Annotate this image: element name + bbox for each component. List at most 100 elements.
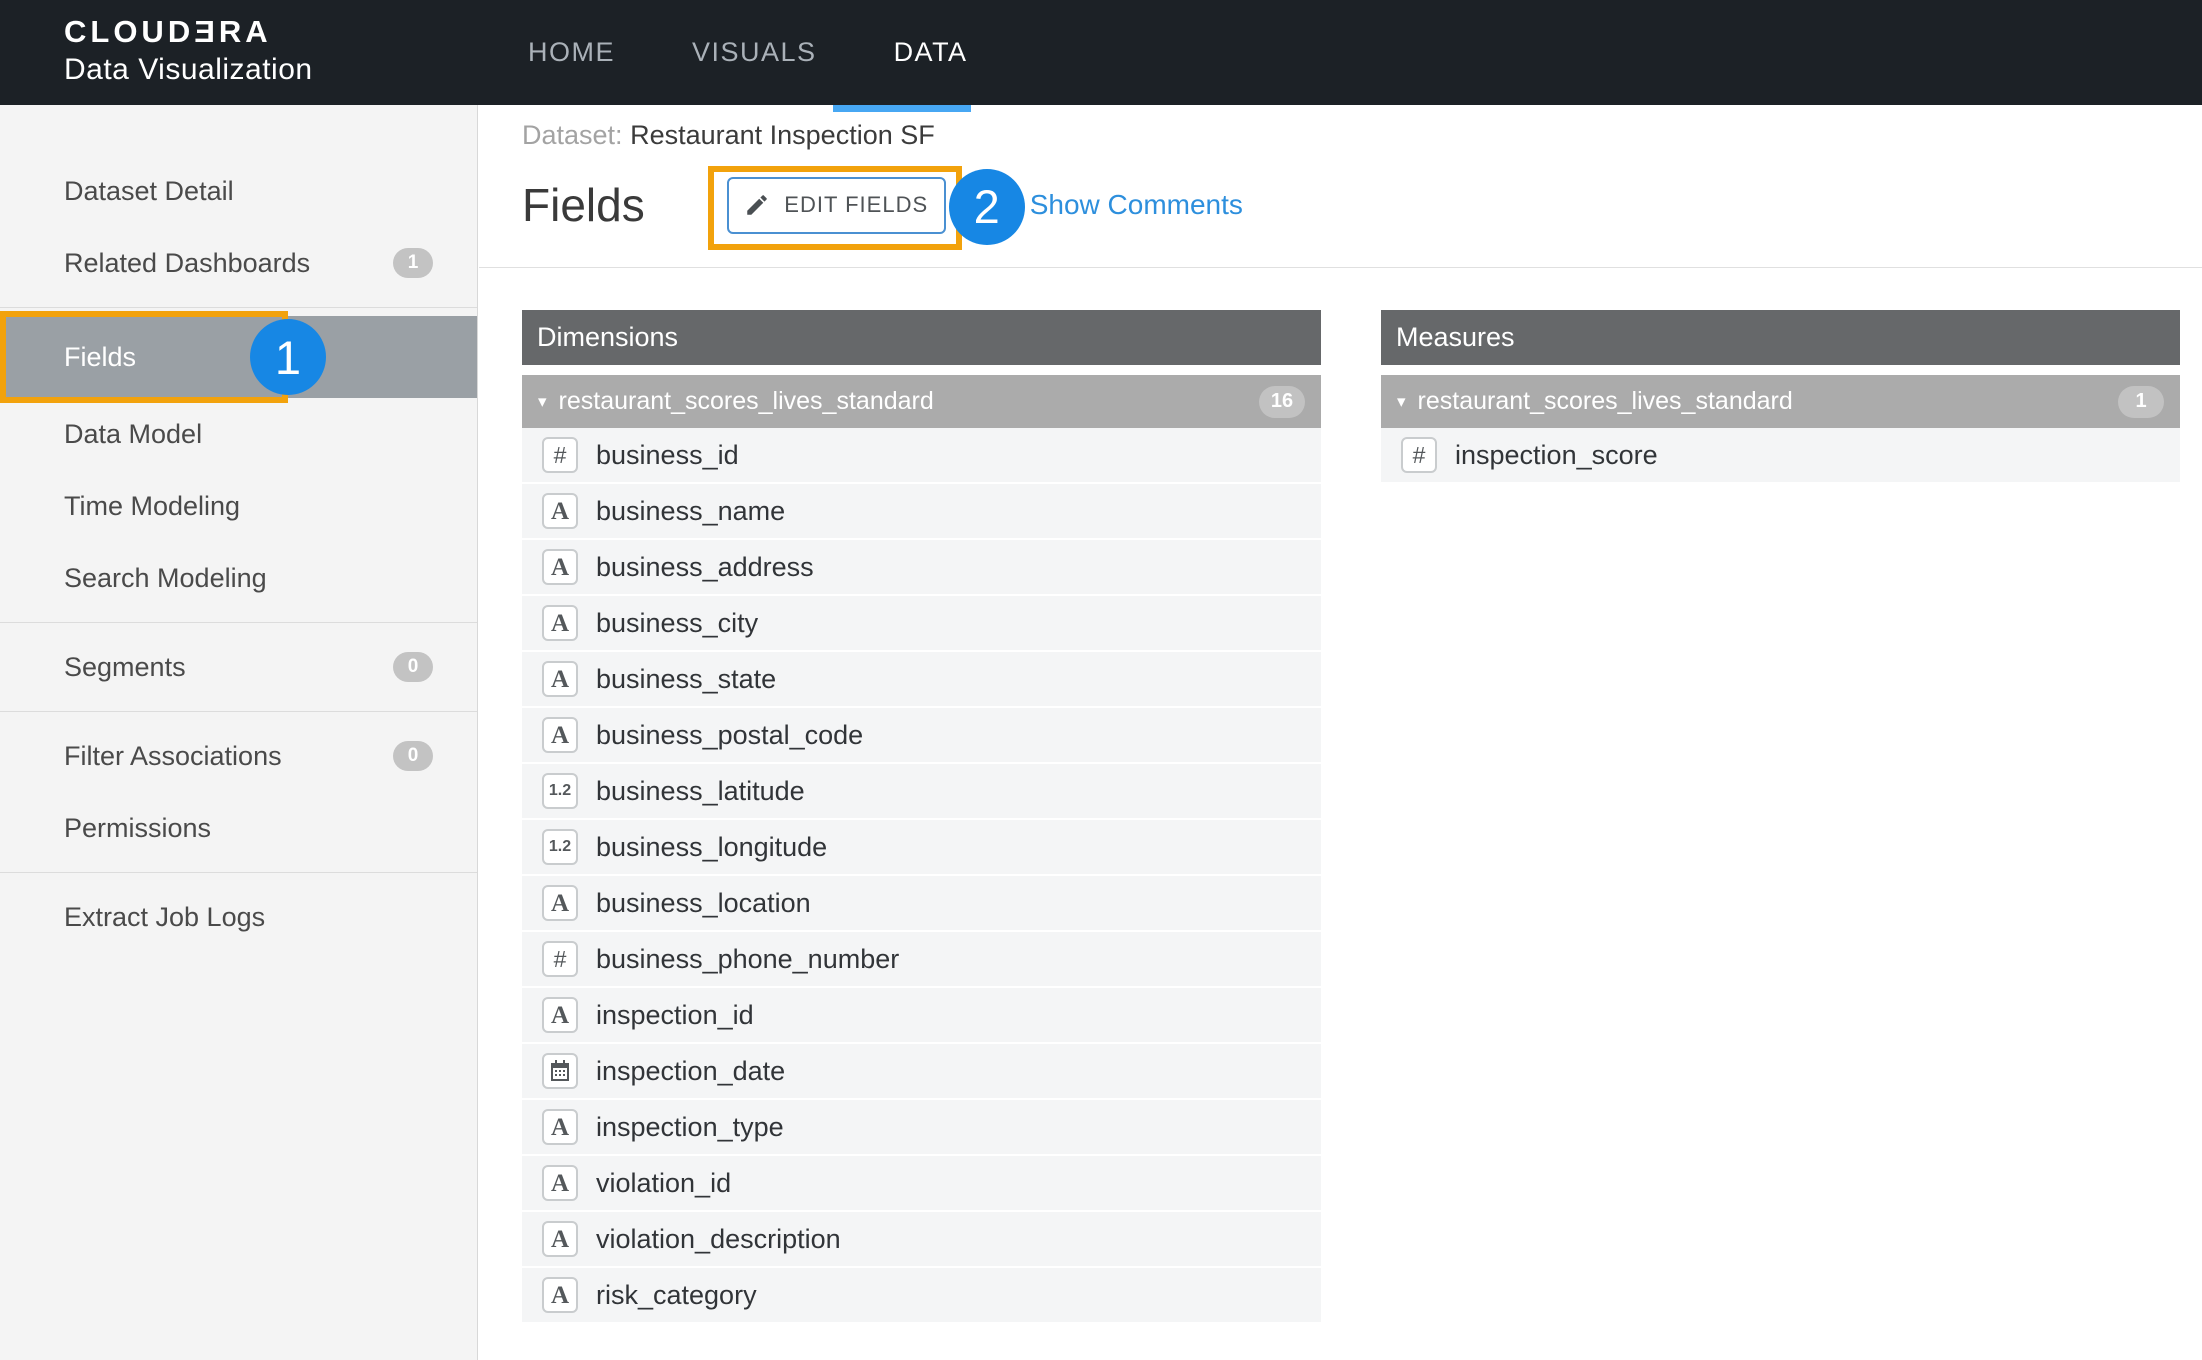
sidebar-item-fields[interactable]: Fields 1 [0,311,477,403]
sidebar-item-label: Time Modeling [64,490,241,521]
sidebar-item-permissions[interactable]: Permissions [0,792,477,864]
dataset-label: Dataset: [522,120,623,150]
field-row: A violation_id [522,1156,1321,1212]
sidebar-item-dataset-detail[interactable]: Dataset Detail [0,155,477,227]
field-type-icon: # [542,437,578,473]
field-type-icon: A [542,1277,578,1313]
field-name: inspection_type [596,1111,784,1142]
field-name: inspection_id [596,999,754,1030]
sidebar-group: Segments 0 [0,623,477,712]
page-header: Fields EDIT FIELDS 2 Show Comments [522,165,1243,250]
sidebar-item-label: Segments [64,651,186,682]
sidebar-item-label: Data Model [64,418,203,449]
field-type-icon: 1.2 [542,829,578,865]
field-name: business_id [596,439,739,470]
dimensions-field-list: # business_id A business_name A business… [522,428,1321,1324]
measures-panel-header: Measures [1381,310,2180,365]
count-badge: 0 [393,741,433,771]
edit-fields-button-wrapper: EDIT FIELDS 2 [707,165,1025,250]
field-type-icon: A [542,605,578,641]
edit-fields-button[interactable]: EDIT FIELDS [726,176,946,234]
header-divider [479,267,2202,268]
field-type-icon: A [542,1165,578,1201]
field-count-badge: 1 [2118,385,2164,418]
table-name: restaurant_scores_lives_standard [558,387,934,415]
field-row: inspection_date [522,1044,1321,1100]
logo-product-name: Data Visualization [64,53,313,86]
sidebar-group: Dataset Detail Related Dashboards 1 [0,147,477,308]
sidebar-item-extract-job-logs[interactable]: Extract Job Logs [0,881,477,953]
field-row: A business_postal_code [522,708,1321,764]
field-type-icon: # [542,941,578,977]
page-title: Fields [522,179,645,231]
active-tab-underline [833,105,971,112]
sidebar-item-filter-associations[interactable]: Filter Associations 0 [0,720,477,792]
dimensions-panel: Dimensions ▾ restaurant_scores_lives_sta… [522,310,1321,1324]
collapse-arrow-icon: ▾ [1397,391,1406,411]
count-badge: 0 [393,652,433,682]
field-type-icon: 1.2 [542,773,578,809]
field-row: A business_state [522,652,1321,708]
field-row: # business_phone_number [522,932,1321,988]
sidebar-item-search-modeling[interactable]: Search Modeling [0,542,477,614]
field-count-badge: 16 [1259,385,1305,418]
measures-panel: Measures ▾ restaurant_scores_lives_stand… [1381,310,2180,484]
sidebar: Dataset Detail Related Dashboards 1 Fiel… [0,105,478,1360]
sidebar-item-label: Search Modeling [64,562,267,593]
field-row: 1.2 business_longitude [522,820,1321,876]
field-name: business_postal_code [596,719,864,750]
calendar-icon [551,1060,569,1081]
field-type-icon: A [542,997,578,1033]
field-row: A risk_category [522,1268,1321,1324]
annotation-step-2-badge: 2 [948,168,1025,245]
top-navigation: HOME VISUALS DATA [528,0,968,105]
dataset-name: Restaurant Inspection SF [630,120,935,150]
sidebar-item-label: Dataset Detail [64,175,234,206]
measures-table-group-row[interactable]: ▾ restaurant_scores_lives_standard 1 [1381,375,2180,428]
field-type-icon: A [542,717,578,753]
dimensions-panel-header: Dimensions [522,310,1321,365]
sidebar-item-label: Extract Job Logs [64,901,266,932]
sidebar-item-data-model[interactable]: Data Model [0,398,477,470]
field-name: inspection_date [596,1055,786,1086]
sidebar-group: Fields 1 Data Model Time Modeling Search… [0,308,477,623]
field-row: A business_city [522,596,1321,652]
nav-tab-home[interactable]: HOME [528,37,615,68]
field-type-icon: A [542,885,578,921]
show-comments-link[interactable]: Show Comments [1030,189,1243,221]
field-row: A inspection_type [522,1100,1321,1156]
field-name: business_state [596,663,777,694]
pencil-icon [747,195,768,215]
cloudera-logo: CLOUDƎRA Data Visualization [64,14,313,87]
nav-tab-visuals[interactable]: VISUALS [692,37,817,68]
sidebar-group: Extract Job Logs [0,873,477,961]
field-row: A business_address [522,540,1321,596]
field-name: inspection_score [1455,439,1658,470]
annotation-highlight-box-1 [0,311,288,403]
field-type-icon: A [542,493,578,529]
annotation-step-1-badge: 1 [250,319,326,395]
field-name: violation_id [596,1167,732,1198]
sidebar-item-related-dashboards[interactable]: Related Dashboards 1 [0,227,477,299]
sidebar-item-label: Permissions [64,812,212,843]
sidebar-item-label: Fields [64,341,137,372]
nav-tab-data[interactable]: DATA [894,37,968,68]
field-name: business_city [596,607,759,638]
field-name: risk_category [596,1279,757,1310]
field-name: business_location [596,887,811,918]
sidebar-item-time-modeling[interactable]: Time Modeling [0,470,477,542]
table-name: restaurant_scores_lives_standard [1417,387,1793,415]
sidebar-item-segments[interactable]: Segments 0 [0,631,477,703]
field-name: business_address [596,551,814,582]
edit-fields-label: EDIT FIELDS [784,192,929,217]
sidebar-group: Filter Associations 0 Permissions [0,712,477,873]
field-type-icon: A [542,1221,578,1257]
breadcrumb: Dataset: Restaurant Inspection SF [522,120,935,151]
dimensions-table-group-row[interactable]: ▾ restaurant_scores_lives_standard 16 [522,375,1321,428]
field-row: A business_location [522,876,1321,932]
field-name: business_latitude [596,775,805,806]
count-badge: 1 [393,248,433,278]
field-name: violation_description [596,1223,841,1254]
field-row: 1.2 business_latitude [522,764,1321,820]
logo-wordmark: CLOUDƎRA [64,14,272,49]
